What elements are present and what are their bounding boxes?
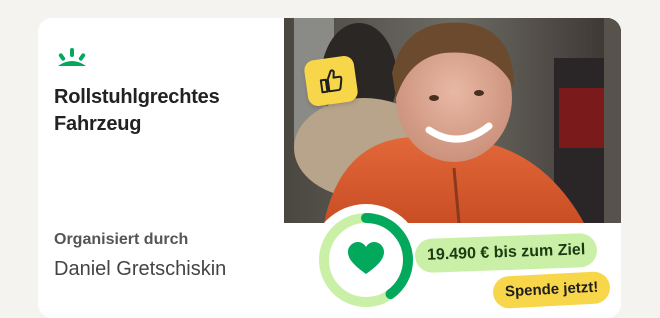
- donation-progress-ring: [310, 204, 422, 316]
- campaign-photo-image: [284, 18, 621, 223]
- heart-icon: [348, 242, 384, 274]
- goal-remaining-badge: 19.490 € bis zum Ziel: [414, 232, 598, 274]
- brand-sprout-icon: [58, 48, 86, 66]
- campaign-title-line1: Rollstuhlgrechtes: [54, 86, 220, 108]
- organized-by-label: Organisiert durch: [54, 231, 189, 248]
- organizer-name[interactable]: Daniel Gretschiskin: [54, 258, 226, 281]
- campaign-title-line2: Fahrzeug: [54, 113, 142, 135]
- campaign-photo[interactable]: [284, 18, 621, 223]
- donate-button[interactable]: Spende jetzt!: [492, 270, 612, 310]
- thumbs-up-badge: [303, 54, 359, 108]
- fundraiser-card[interactable]: Rollstuhlgrechtes Fahrzeug Organisiert d…: [38, 18, 621, 318]
- campaign-title[interactable]: Rollstuhlgrechtes Fahrzeug: [54, 84, 254, 138]
- thumbs-up-icon: [319, 69, 343, 94]
